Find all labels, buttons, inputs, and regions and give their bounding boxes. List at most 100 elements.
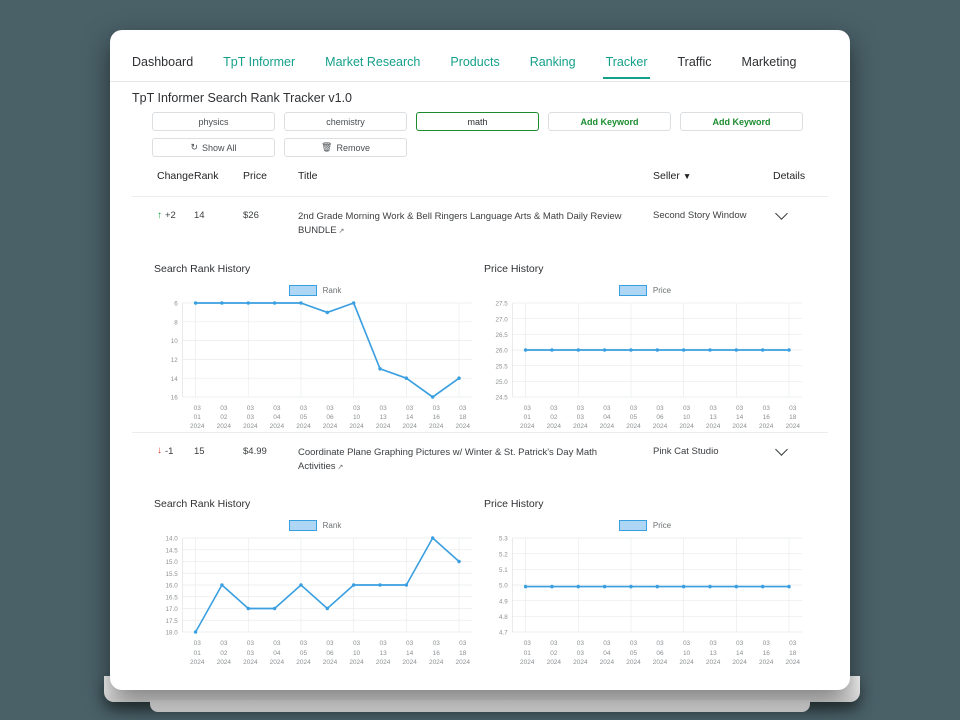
- arrow-down-icon: ↓: [157, 445, 162, 457]
- svg-text:6: 6: [174, 300, 178, 307]
- svg-text:4.9: 4.9: [499, 598, 508, 605]
- header-seller[interactable]: Seller ▼: [653, 170, 773, 182]
- cell-rank: 14: [194, 210, 205, 221]
- show-all-button[interactable]: ↻ Show All: [152, 138, 275, 157]
- svg-text:4.7: 4.7: [499, 630, 508, 637]
- chart-legend: Rank: [154, 520, 476, 532]
- cell-title: 2nd Grade Morning Work & Bell Ringers La…: [298, 210, 653, 239]
- legend-swatch: [618, 520, 647, 532]
- chart-x-axis: 03 01 2024 03 02 2024 03 03 2024 03 04 2024 03 05 2024…: [184, 404, 476, 432]
- header-details: Details: [773, 170, 806, 182]
- x-axis-tick: 03 16 2024: [758, 640, 774, 667]
- chart-x-axis: 03 01 2024 03 02 2024 03 03 2024 03 04 2024 03 05 2024…: [184, 639, 476, 667]
- x-axis-tick: 03 13 2024: [375, 404, 391, 431]
- header-price: Price: [243, 170, 267, 182]
- button-label: Show All: [202, 142, 237, 153]
- add-keyword-button[interactable]: Add Keyword: [548, 112, 671, 131]
- header-rank: Rank: [194, 170, 219, 182]
- keyword-button-physics[interactable]: physics: [152, 112, 275, 131]
- svg-text:15.5: 15.5: [166, 571, 179, 578]
- svg-text:5.3: 5.3: [499, 536, 508, 543]
- x-axis-tick: 03 18 2024: [785, 404, 800, 431]
- chevron-down-icon[interactable]: [775, 442, 788, 456]
- svg-text:14.5: 14.5: [166, 547, 179, 554]
- chart-card: Price History Price 5.3 5.2 5.1 5.0 4.9 4.8 4.7 0…: [484, 498, 806, 667]
- x-axis-tick: 03 14 2024: [402, 404, 417, 431]
- table-row: ↓ -1 15 $4.99 Coordinate Plane Graphing Pict…: [132, 431, 828, 485]
- remove-button[interactable]: 🗑 Remove: [284, 138, 407, 157]
- svg-text:5.0: 5.0: [499, 583, 508, 590]
- chart-x-axis: 03 01 2024 03 02 2024 03 03 2024 03 04 2024 03 05 2024…: [514, 404, 806, 432]
- table-row: ↑ +2 14 $26 2nd Grade Morning Work & Bell Ri…: [132, 196, 828, 249]
- refresh-icon: ↻: [190, 142, 198, 152]
- legend-swatch: [288, 284, 317, 296]
- keyword-action-row: ↻ Show All 🗑 Remove: [110, 138, 850, 157]
- x-axis-tick: 03 05 2024: [296, 640, 311, 667]
- chart-title: Price History: [484, 262, 544, 275]
- chevron-down-icon[interactable]: [775, 207, 788, 220]
- svg-text:18.0: 18.0: [166, 630, 179, 637]
- x-axis-tick: 03 10 2024: [679, 404, 694, 431]
- x-axis-tick: 03 01 2024: [190, 640, 205, 667]
- nav-tab-marketing[interactable]: Marketing: [742, 45, 797, 78]
- x-axis-tick: 03 16 2024: [428, 640, 444, 667]
- cell-seller: Pink Cat Studio: [653, 445, 719, 457]
- legend-swatch: [618, 284, 647, 296]
- x-axis-tick: 03 02 2024: [546, 640, 562, 667]
- x-axis-tick: 03 05 2024: [626, 640, 641, 667]
- filter-icon[interactable]: ▼: [683, 171, 691, 181]
- screenshot-stage: Dashboard TpT Informer Market Research Prod…: [0, 0, 960, 720]
- legend-label: Price: [652, 521, 672, 531]
- external-link-icon[interactable]: ↗: [337, 464, 343, 471]
- nav-tab-dashboard[interactable]: Dashboard: [132, 45, 193, 78]
- arrow-up-icon: ↑: [157, 209, 162, 221]
- chart-pair: Search Rank History Rank 14.0 14.5 15.0 15.5 1…: [132, 498, 828, 667]
- external-link-icon[interactable]: ↗: [339, 228, 345, 235]
- nav-tab-ranking[interactable]: Ranking: [530, 45, 576, 78]
- header-seller-label: Seller: [653, 170, 680, 182]
- x-axis-tick: 03 05 2024: [626, 404, 641, 431]
- svg-text:16: 16: [171, 394, 178, 401]
- keyword-button-math[interactable]: math: [416, 112, 539, 131]
- keyword-button-row: physics chemistry math Add Keyword Add Keywo…: [110, 112, 850, 131]
- cell-price: $26: [243, 210, 259, 221]
- header-title: Title: [298, 170, 318, 182]
- table-rows-container: ↑ +2 14 $26 2nd Grade Morning Work & Bell Ri…: [132, 196, 828, 668]
- chart-legend: Rank: [154, 284, 476, 296]
- add-keyword-button[interactable]: Add Keyword: [680, 112, 803, 131]
- svg-text:4.8: 4.8: [499, 614, 508, 621]
- button-label: Remove: [336, 142, 370, 153]
- nav-tab-products[interactable]: Products: [450, 45, 499, 78]
- svg-text:26.0: 26.0: [496, 347, 509, 354]
- table-header-row: Change Rank Price Title Seller ▼ Details: [132, 170, 828, 196]
- x-axis-tick: 03 18 2024: [785, 640, 800, 667]
- nav-tab-market-research[interactable]: Market Research: [325, 45, 420, 78]
- product-title-link[interactable]: 2nd Grade Morning Work & Bell Ringers La…: [298, 211, 622, 236]
- svg-text:25.0: 25.0: [496, 378, 509, 385]
- x-axis-tick: 03 02 2024: [216, 640, 232, 667]
- nav-tab-tracker[interactable]: Tracker: [602, 45, 651, 79]
- svg-text:12: 12: [171, 356, 178, 363]
- change-value: -1: [165, 445, 174, 457]
- legend-label: Price: [652, 285, 672, 295]
- x-axis-tick: 03 02 2024: [546, 404, 562, 431]
- x-axis-tick: 03 16 2024: [428, 404, 444, 431]
- x-axis-tick: 03 13 2024: [705, 404, 721, 431]
- svg-text:17.5: 17.5: [166, 618, 179, 625]
- tracker-table: Change Rank Price Title Seller ▼ Details …: [110, 170, 850, 668]
- x-axis-tick: 03 02 2024: [216, 404, 232, 431]
- x-axis-tick: 03 10 2024: [679, 640, 694, 667]
- cell-price: $4.99: [243, 445, 267, 457]
- chart-plot-area: 5.3 5.2 5.1 5.0 4.9 4.8 4.7: [484, 533, 806, 637]
- x-axis-tick: 03 05 2024: [296, 404, 311, 431]
- cell-title: Coordinate Plane Graphing Pictures w/ Wi…: [298, 446, 653, 475]
- x-axis-tick: 03 03 2024: [573, 404, 588, 431]
- nav-tab-tpt-informer[interactable]: TpT Informer: [223, 45, 295, 78]
- chart-legend: Price: [484, 520, 806, 532]
- nav-tab-traffic[interactable]: Traffic: [677, 45, 711, 78]
- chart-plot-area: 6 8 10 12 14 16: [154, 298, 476, 402]
- keyword-button-chemistry[interactable]: chemistry: [284, 112, 407, 131]
- x-axis-tick: 03 06 2024: [322, 640, 338, 667]
- x-axis-tick: 03 03 2024: [573, 640, 588, 667]
- cell-details: [773, 207, 828, 221]
